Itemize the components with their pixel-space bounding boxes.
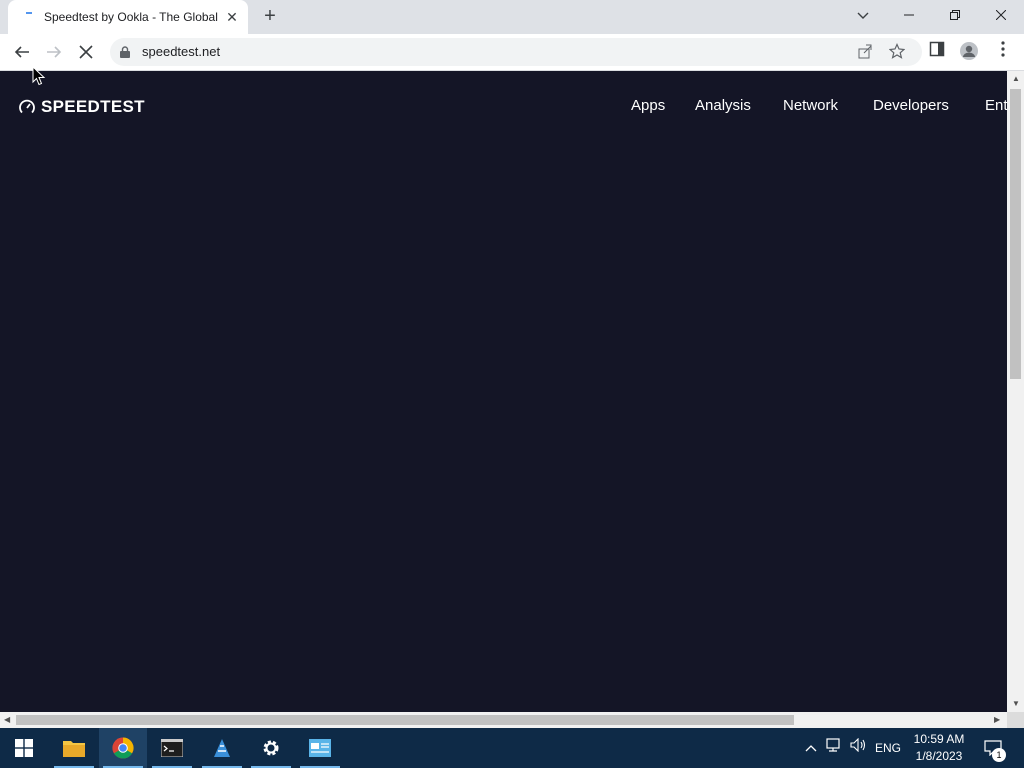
minimize-button[interactable]: [886, 0, 932, 30]
network-tray-icon[interactable]: [824, 728, 846, 768]
speaker-icon: [850, 737, 866, 753]
chevron-up-icon: [805, 745, 817, 752]
folder-icon: [63, 741, 85, 757]
side-panel-icon: [929, 41, 945, 57]
network-tool-icon: [214, 739, 230, 757]
page-content: SPEEDTEST Apps Analysis Network Develope…: [0, 71, 1007, 712]
speedtest-favicon-icon: [26, 12, 32, 14]
lock-icon: [120, 46, 130, 58]
tab-title: Speedtest by Ookla - The Global Broadban…: [44, 10, 222, 24]
restore-icon: [950, 10, 960, 20]
notification-badge: 1: [992, 748, 1006, 762]
taskbar-control-panel[interactable]: [296, 728, 344, 768]
input-language[interactable]: ENG: [872, 728, 904, 768]
clock-date[interactable]: 1/8/2023: [904, 749, 974, 763]
show-hidden-icons-button[interactable]: [802, 728, 820, 768]
tab-search-button[interactable]: [840, 0, 886, 30]
taskbar-command-prompt[interactable]: [148, 728, 196, 768]
menu-button[interactable]: [992, 41, 1014, 63]
tab-speedtest[interactable]: Speedtest by Ookla - The Global Broadban…: [8, 0, 248, 34]
taskbar: ENG 10:59 AM 1/8/2023 1: [0, 728, 1024, 768]
network-icon: [826, 738, 840, 752]
taskbar-chrome[interactable]: [99, 728, 147, 768]
nav-link-analysis[interactable]: Analysis: [695, 97, 751, 114]
scroll-right-icon[interactable]: ▶: [994, 715, 1000, 725]
clock-time[interactable]: 10:59 AM: [904, 732, 974, 746]
url-text: speedtest.net: [142, 44, 221, 59]
volume-tray-icon[interactable]: [848, 728, 868, 768]
mouse-cursor-icon: [32, 66, 46, 86]
horizontal-scroll-thumb[interactable]: [16, 715, 794, 725]
close-window-button[interactable]: [978, 0, 1024, 30]
profile-button[interactable]: [958, 41, 980, 63]
arrow-right-icon: [47, 46, 62, 58]
scrollbar-corner: [1007, 712, 1024, 728]
new-tab-button[interactable]: +: [258, 5, 282, 29]
horizontal-scrollbar[interactable]: ◀ ▶: [0, 712, 1007, 728]
stop-loading-button[interactable]: [74, 40, 98, 64]
speedometer-icon: [19, 99, 35, 114]
start-button[interactable]: [0, 728, 48, 768]
taskbar-network-app[interactable]: [198, 728, 246, 768]
vertical-scrollbar[interactable]: ▲ ▼: [1007, 71, 1024, 712]
nav-link-developers[interactable]: Developers: [873, 97, 949, 114]
nav-link-network[interactable]: Network: [783, 97, 838, 114]
stop-icon: [79, 45, 93, 59]
browser-toolbar: speedtest.net: [0, 34, 1024, 71]
share-glyph-icon: [858, 44, 872, 59]
scroll-up-icon[interactable]: ▲: [1012, 74, 1020, 84]
logo-text: SPEEDTEST: [41, 97, 145, 116]
kebab-menu-icon: [1001, 41, 1005, 57]
restore-button[interactable]: [932, 0, 978, 30]
share-icon[interactable]: [856, 43, 874, 61]
star-icon: [888, 43, 906, 59]
vertical-scroll-thumb[interactable]: [1010, 89, 1021, 379]
scroll-down-icon[interactable]: ▼: [1012, 699, 1020, 709]
windows-logo-icon: [15, 739, 33, 757]
side-panel-button[interactable]: [926, 41, 948, 63]
back-button[interactable]: [10, 40, 34, 64]
control-panel-icon: [309, 739, 331, 757]
arrow-left-icon: [14, 46, 29, 58]
tab-strip: Speedtest by Ookla - The Global Broadban…: [0, 0, 1024, 34]
minimize-icon: [904, 14, 914, 16]
bookmark-star-icon[interactable]: [888, 43, 906, 61]
chrome-icon: [112, 737, 134, 759]
tab-close-icon[interactable]: ✕: [224, 9, 240, 25]
terminal-icon: [161, 739, 183, 757]
nav-link-enterprise[interactable]: Ent: [985, 97, 1007, 114]
close-icon: [995, 9, 1007, 21]
profile-avatar-icon: [960, 42, 978, 60]
address-bar[interactable]: speedtest.net: [110, 38, 922, 66]
action-center-button[interactable]: 1: [980, 728, 1006, 768]
gear-icon: [263, 740, 279, 756]
taskbar-file-explorer[interactable]: [50, 728, 98, 768]
scroll-left-icon[interactable]: ◀: [4, 715, 10, 725]
nav-link-apps[interactable]: Apps: [631, 97, 665, 114]
taskbar-settings[interactable]: [247, 728, 295, 768]
chevron-down-icon: [857, 12, 869, 19]
forward-button[interactable]: [42, 40, 66, 64]
